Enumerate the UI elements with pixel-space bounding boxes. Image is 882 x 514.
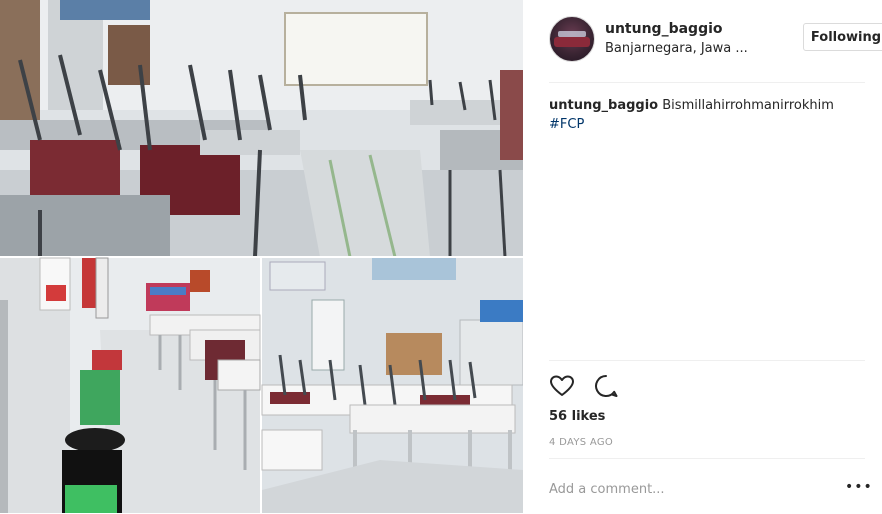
heart-icon[interactable] [549,373,575,399]
more-options-icon[interactable]: ••• [845,479,872,499]
classroom-collage-image [0,0,523,513]
comment-input[interactable] [549,479,819,499]
username-link[interactable]: untung_baggio [605,21,723,37]
comment-bar: ••• [549,458,872,514]
post-timestamp[interactable]: 4 DAYS AGO [549,437,613,448]
hashtag-link[interactable]: #FCP [549,115,865,134]
comment-icon[interactable] [593,373,619,399]
caption-text: Bismillahirrohmanirrokhim [662,98,834,113]
following-button[interactable]: Following [803,23,882,51]
post-header: untung_baggio Banjarnegara, Jawa ... Fol… [549,14,882,83]
location-link[interactable]: Banjarnegara, Jawa ... [605,41,748,56]
caption-username-link[interactable]: untung_baggio [549,98,658,113]
post-sidebar: untung_baggio Banjarnegara, Jawa ... Fol… [523,0,882,513]
instagram-post: untung_baggio Banjarnegara, Jawa ... Fol… [0,0,882,513]
likes-count[interactable]: 56 likes [549,409,605,424]
caption: untung_baggio Bismillahirrohmanirrokhim … [549,96,865,134]
post-photo[interactable] [0,0,523,513]
post-actions: 56 likes 4 DAYS AGO [549,360,865,459]
avatar[interactable] [549,16,595,62]
